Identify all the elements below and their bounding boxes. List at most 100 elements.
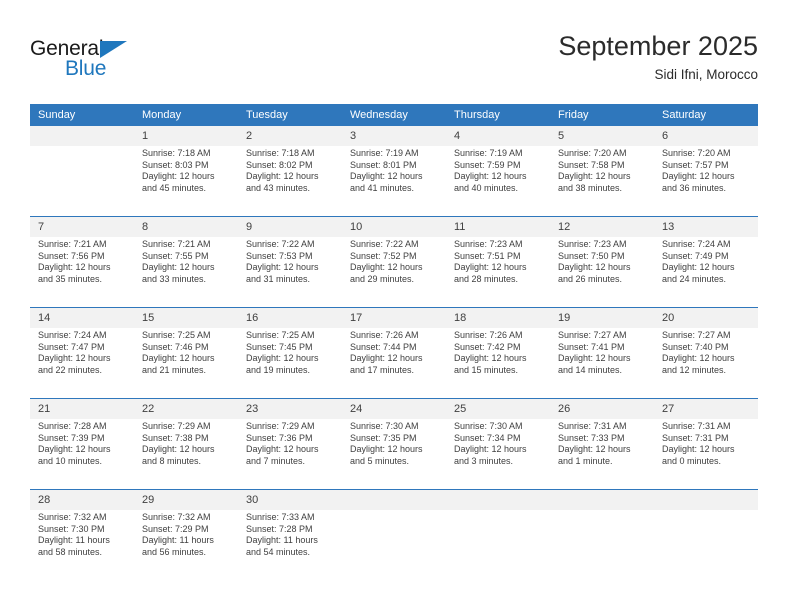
day-cell-empty <box>654 510 758 580</box>
day-cell[interactable]: Sunrise: 7:31 AM Sunset: 7:31 PM Daylight:… <box>654 419 758 489</box>
day-cell[interactable]: Sunrise: 7:27 AM Sunset: 7:41 PM Daylight:… <box>550 328 654 398</box>
day-cell[interactable]: Sunrise: 7:30 AM Sunset: 7:34 PM Daylight:… <box>446 419 550 489</box>
day-number[interactable]: 13 <box>654 217 758 237</box>
day-cell[interactable]: Sunrise: 7:18 AM Sunset: 8:03 PM Daylight:… <box>134 146 238 216</box>
title-block: September 2025 Sidi Ifni, Morocco <box>558 30 758 83</box>
day-number[interactable]: 30 <box>238 490 342 510</box>
day-cell[interactable]: Sunrise: 7:23 AM Sunset: 7:51 PM Daylight:… <box>446 237 550 307</box>
calendar-table: Sunday Monday Tuesday Wednesday Thursday… <box>30 104 758 580</box>
day-cell[interactable]: Sunrise: 7:19 AM Sunset: 7:59 PM Daylight:… <box>446 146 550 216</box>
day-cell[interactable]: Sunrise: 7:28 AM Sunset: 7:39 PM Daylight:… <box>30 419 134 489</box>
day-daylight-1-text: Daylight: 12 hours <box>38 444 111 455</box>
day-number[interactable]: 3 <box>342 126 446 146</box>
day-cell[interactable]: Sunrise: 7:18 AM Sunset: 8:02 PM Daylight:… <box>238 146 342 216</box>
day-sunrise-text: Sunrise: 7:32 AM <box>142 512 211 522</box>
day-number[interactable]: 24 <box>342 399 446 419</box>
day-daylight-1-text: Daylight: 12 hours <box>558 262 631 273</box>
day-cell-empty <box>550 510 654 580</box>
day-daylight-1-text: Daylight: 12 hours <box>38 353 111 364</box>
day-number[interactable]: 12 <box>550 217 654 237</box>
day-number[interactable]: 9 <box>238 217 342 237</box>
day-cell[interactable]: Sunrise: 7:33 AM Sunset: 7:28 PM Daylight:… <box>238 510 342 580</box>
day-sunrise-text: Sunrise: 7:20 AM <box>558 148 627 158</box>
day-sunrise-text: Sunrise: 7:33 AM <box>246 512 315 522</box>
day-cell[interactable]: Sunrise: 7:30 AM Sunset: 7:35 PM Daylight:… <box>342 419 446 489</box>
day-daylight-1-text: Daylight: 12 hours <box>454 444 527 455</box>
day-number[interactable]: 19 <box>550 308 654 328</box>
day-cell[interactable]: Sunrise: 7:29 AM Sunset: 7:36 PM Daylight:… <box>238 419 342 489</box>
logo-triangle-icon <box>100 41 127 58</box>
day-daylight-2-text: and 36 minutes. <box>662 182 727 193</box>
day-cell[interactable]: Sunrise: 7:27 AM Sunset: 7:40 PM Daylight:… <box>654 328 758 398</box>
day-daylight-2-text: and 54 minutes. <box>246 546 311 557</box>
day-number[interactable]: 29 <box>134 490 238 510</box>
day-daylight-1-text: Daylight: 12 hours <box>454 353 527 364</box>
day-cell[interactable]: Sunrise: 7:29 AM Sunset: 7:38 PM Daylight:… <box>134 419 238 489</box>
day-number[interactable]: 4 <box>446 126 550 146</box>
day-number[interactable]: 1 <box>134 126 238 146</box>
day-daylight-1-text: Daylight: 12 hours <box>558 444 631 455</box>
day-sunset-text: Sunset: 7:34 PM <box>454 432 521 443</box>
day-number[interactable]: 2 <box>238 126 342 146</box>
day-number[interactable]: 8 <box>134 217 238 237</box>
day-cell[interactable]: Sunrise: 7:22 AM Sunset: 7:53 PM Daylight:… <box>238 237 342 307</box>
day-number[interactable]: 28 <box>30 490 134 510</box>
day-sunset-text: Sunset: 8:02 PM <box>246 159 313 170</box>
day-sunset-text: Sunset: 7:44 PM <box>350 341 417 352</box>
day-sunrise-text: Sunrise: 7:24 AM <box>662 239 731 249</box>
day-number-empty <box>30 126 134 146</box>
day-number[interactable]: 10 <box>342 217 446 237</box>
day-sunset-text: Sunset: 7:57 PM <box>662 159 729 170</box>
day-number[interactable]: 27 <box>654 399 758 419</box>
day-daylight-1-text: Daylight: 12 hours <box>558 353 631 364</box>
day-daylight-1-text: Daylight: 12 hours <box>350 171 423 182</box>
day-cell[interactable]: Sunrise: 7:24 AM Sunset: 7:47 PM Daylight:… <box>30 328 134 398</box>
day-sunset-text: Sunset: 7:42 PM <box>454 341 521 352</box>
day-cell-empty <box>342 510 446 580</box>
weekday-header-saturday: Saturday <box>654 104 758 126</box>
day-number[interactable]: 11 <box>446 217 550 237</box>
day-daylight-2-text: and 45 minutes. <box>142 182 207 193</box>
day-number[interactable]: 26 <box>550 399 654 419</box>
day-cell[interactable]: Sunrise: 7:20 AM Sunset: 7:58 PM Daylight:… <box>550 146 654 216</box>
day-number[interactable]: 23 <box>238 399 342 419</box>
day-daylight-1-text: Daylight: 12 hours <box>662 171 735 182</box>
day-cell[interactable]: Sunrise: 7:25 AM Sunset: 7:46 PM Daylight:… <box>134 328 238 398</box>
day-daylight-2-text: and 26 minutes. <box>558 273 623 284</box>
day-number[interactable]: 15 <box>134 308 238 328</box>
day-number[interactable]: 16 <box>238 308 342 328</box>
day-sunrise-text: Sunrise: 7:28 AM <box>38 421 107 431</box>
day-cell[interactable]: Sunrise: 7:24 AM Sunset: 7:49 PM Daylight:… <box>654 237 758 307</box>
day-number[interactable]: 20 <box>654 308 758 328</box>
day-sunrise-text: Sunrise: 7:22 AM <box>350 239 419 249</box>
day-cell-empty <box>446 510 550 580</box>
day-daylight-2-text: and 31 minutes. <box>246 273 311 284</box>
day-sunset-text: Sunset: 7:33 PM <box>558 432 625 443</box>
day-sunset-text: Sunset: 8:03 PM <box>142 159 209 170</box>
day-daylight-1-text: Daylight: 12 hours <box>350 262 423 273</box>
day-number[interactable]: 7 <box>30 217 134 237</box>
day-number[interactable]: 22 <box>134 399 238 419</box>
generalblue-logo[interactable]: General Blue <box>30 38 150 84</box>
day-cell[interactable]: Sunrise: 7:19 AM Sunset: 8:01 PM Daylight:… <box>342 146 446 216</box>
day-number[interactable]: 14 <box>30 308 134 328</box>
day-cell[interactable]: Sunrise: 7:26 AM Sunset: 7:44 PM Daylight:… <box>342 328 446 398</box>
day-sunset-text: Sunset: 7:41 PM <box>558 341 625 352</box>
day-cell[interactable]: Sunrise: 7:32 AM Sunset: 7:29 PM Daylight:… <box>134 510 238 580</box>
day-cell[interactable]: Sunrise: 7:26 AM Sunset: 7:42 PM Daylight:… <box>446 328 550 398</box>
day-number[interactable]: 6 <box>654 126 758 146</box>
day-cell[interactable]: Sunrise: 7:23 AM Sunset: 7:50 PM Daylight:… <box>550 237 654 307</box>
day-cell[interactable]: Sunrise: 7:20 AM Sunset: 7:57 PM Daylight:… <box>654 146 758 216</box>
day-cell[interactable]: Sunrise: 7:21 AM Sunset: 7:55 PM Daylight:… <box>134 237 238 307</box>
day-cell[interactable]: Sunrise: 7:22 AM Sunset: 7:52 PM Daylight:… <box>342 237 446 307</box>
weekday-header-friday: Friday <box>550 104 654 126</box>
day-number[interactable]: 25 <box>446 399 550 419</box>
day-cell[interactable]: Sunrise: 7:21 AM Sunset: 7:56 PM Daylight:… <box>30 237 134 307</box>
day-cell[interactable]: Sunrise: 7:25 AM Sunset: 7:45 PM Daylight:… <box>238 328 342 398</box>
day-cell[interactable]: Sunrise: 7:31 AM Sunset: 7:33 PM Daylight:… <box>550 419 654 489</box>
day-number[interactable]: 17 <box>342 308 446 328</box>
day-number[interactable]: 18 <box>446 308 550 328</box>
day-number[interactable]: 5 <box>550 126 654 146</box>
day-cell[interactable]: Sunrise: 7:32 AM Sunset: 7:30 PM Daylight:… <box>30 510 134 580</box>
day-number[interactable]: 21 <box>30 399 134 419</box>
